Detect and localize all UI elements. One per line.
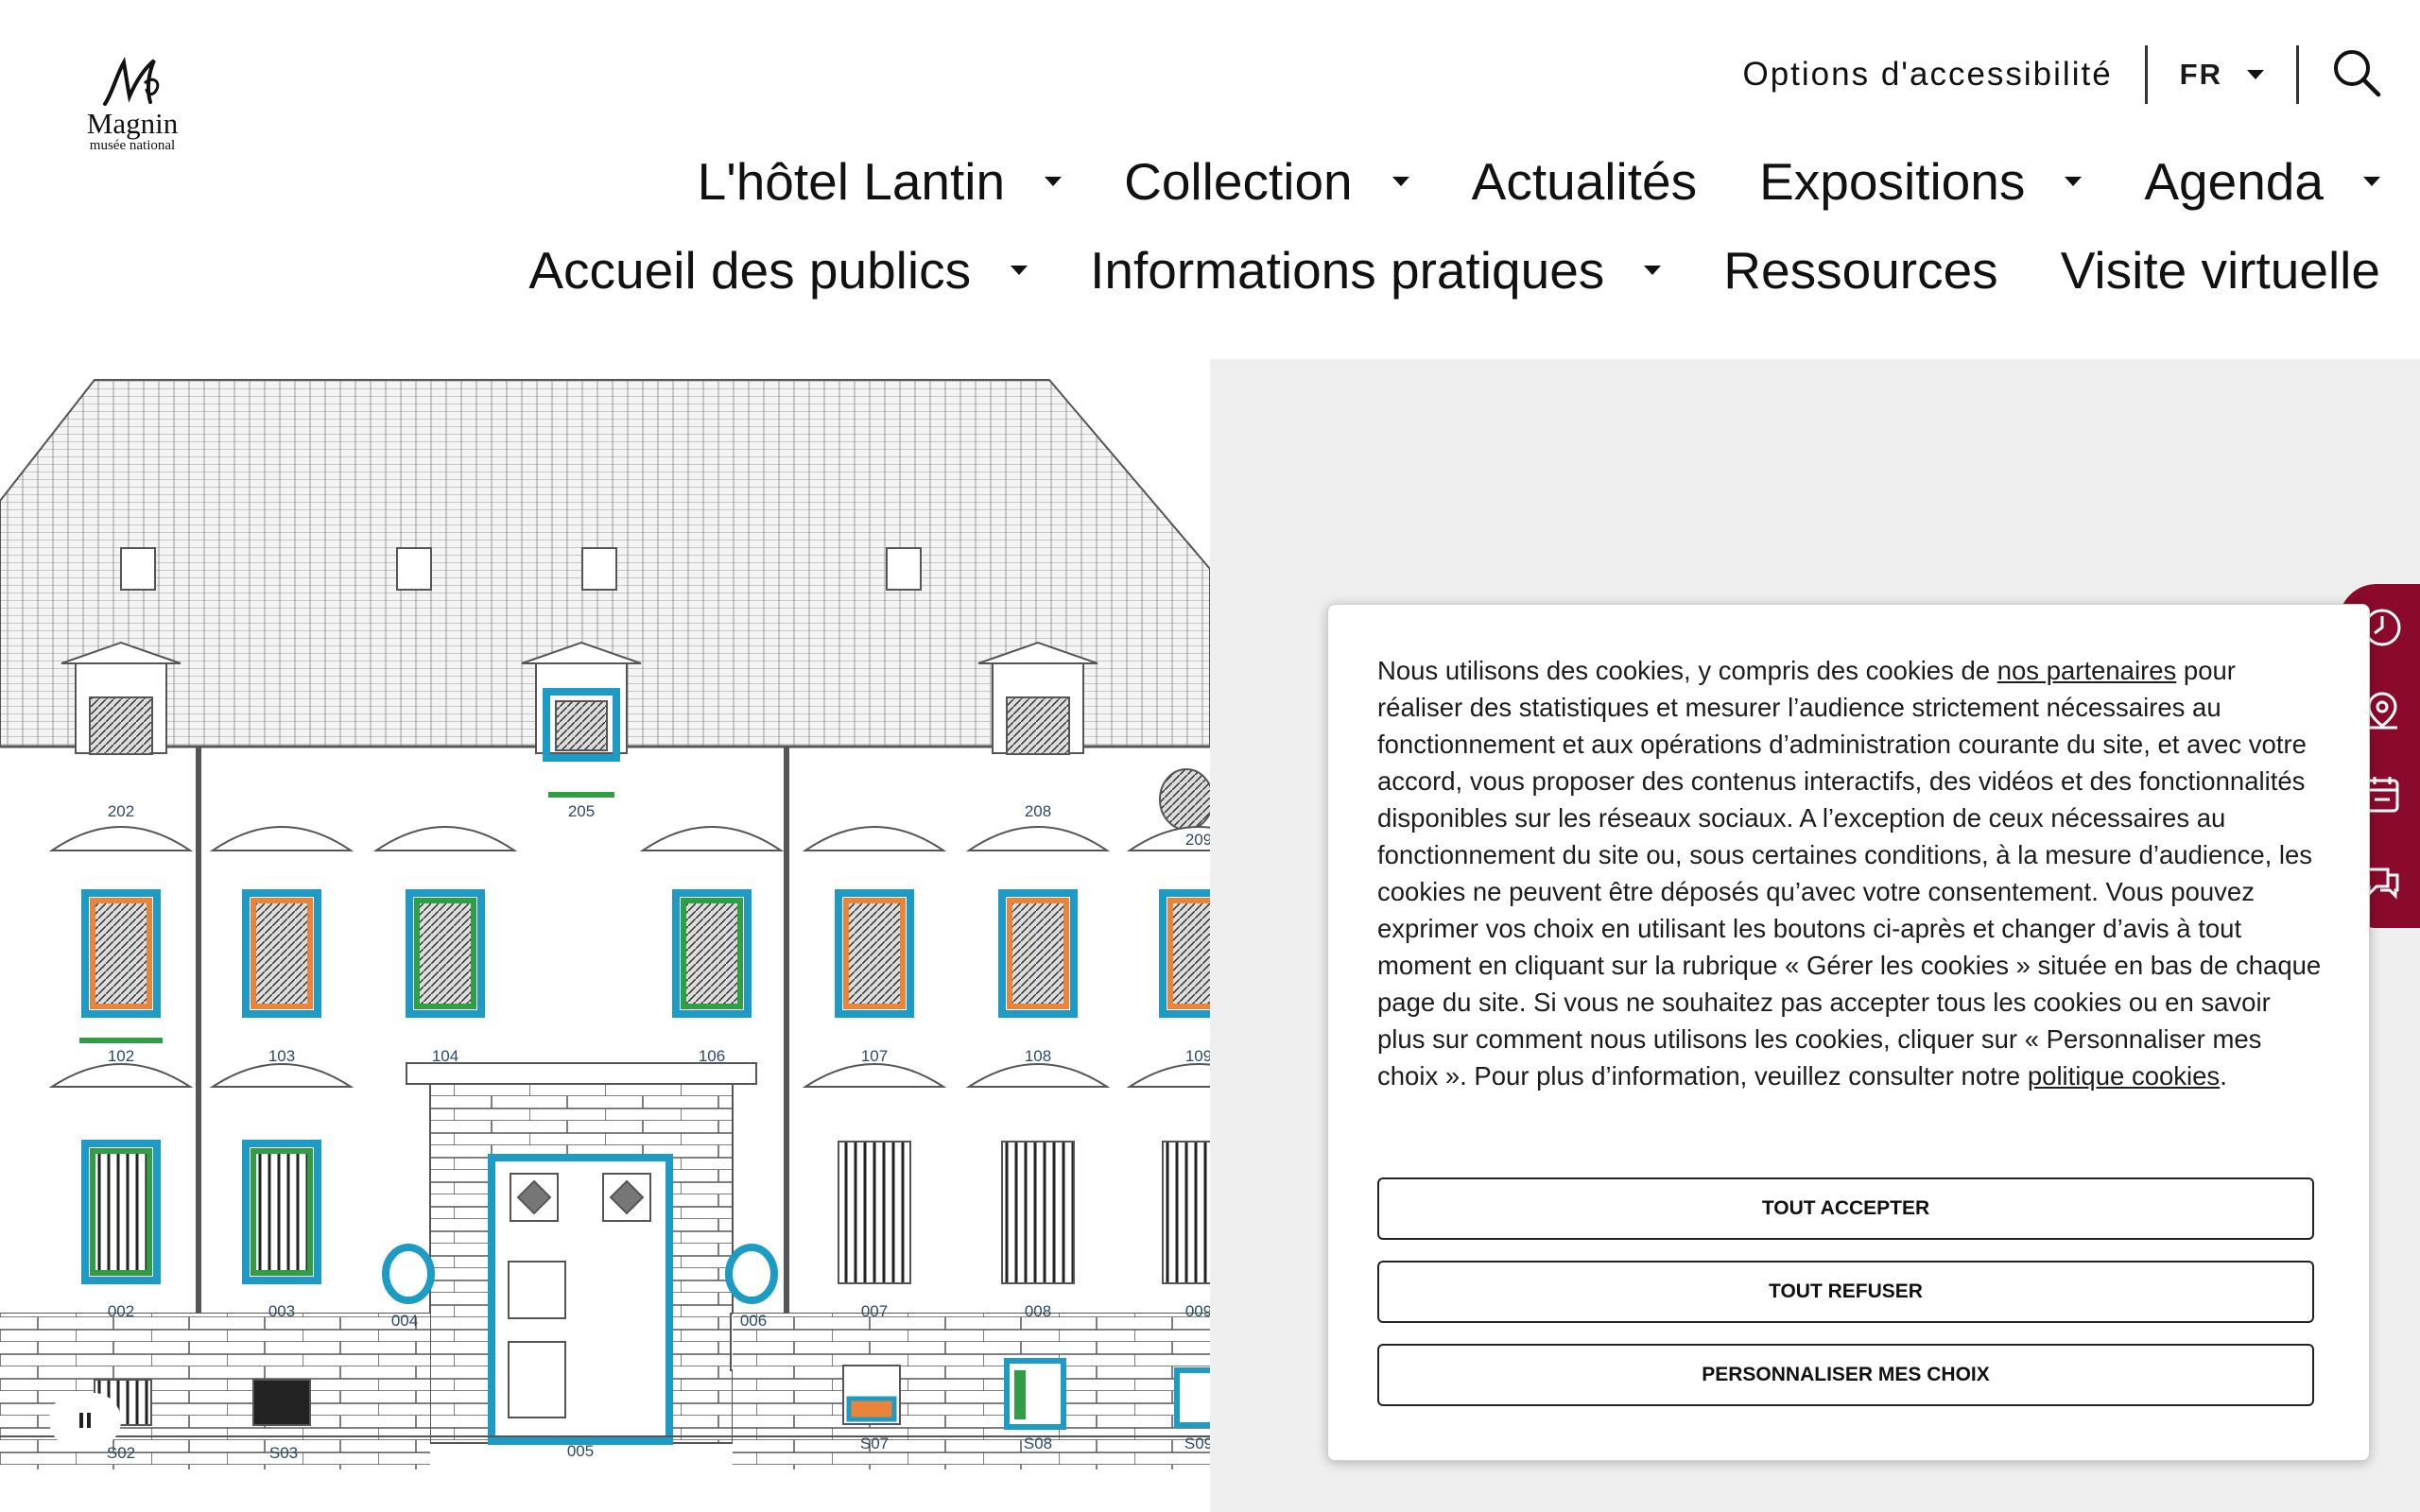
separator [2296, 45, 2299, 104]
logo-subtitle: musée national [89, 138, 176, 153]
room-label: 202 [108, 802, 134, 820]
chevron-down-icon [1011, 266, 1028, 275]
chevron-down-icon [1392, 177, 1409, 186]
room-label: 106 [699, 1047, 725, 1065]
nav-label: Accueil des publics [528, 241, 972, 300]
nav-item-ressources[interactable]: Ressources [1723, 240, 1997, 301]
partners-link[interactable]: nos partenaires [1997, 656, 2177, 685]
room-label: S02 [107, 1444, 135, 1462]
cookie-text-2: pour réaliser des statistiques et mesure… [1377, 656, 2322, 1091]
nav-item-hotel-lantin[interactable]: L'hôtel Lantin [698, 151, 1063, 212]
chevron-down-icon [2247, 70, 2264, 79]
nav-label: Visite virtuelle [2060, 241, 2380, 300]
search-button[interactable] [2331, 47, 2382, 103]
chevron-down-icon [2065, 177, 2083, 186]
logo-name: Magnin [86, 107, 179, 140]
nav-item-actualites[interactable]: Actualités [1472, 151, 1697, 212]
language-selector[interactable]: FR [2180, 58, 2264, 92]
room-label: 208 [1025, 802, 1051, 820]
cookie-text-1: Nous utilisons des cookies, y compris de… [1377, 656, 1997, 685]
room-label: 209 [1185, 831, 1210, 849]
room-label: 004 [391, 1312, 418, 1330]
room-label: 108 [1025, 1047, 1051, 1065]
room-label: 003 [268, 1302, 295, 1320]
facade-drawing: 202 205 208 209 102 103 104 106 107 108 … [0, 359, 1210, 1512]
cookie-consent-dialog: Nous utilisons des cookies, y compris de… [1327, 604, 2370, 1461]
nav-item-collection[interactable]: Collection [1124, 151, 1409, 212]
room-label: 002 [108, 1302, 134, 1320]
pause-icon [87, 1413, 91, 1428]
room-label: 102 [108, 1047, 134, 1065]
nav-item-accueil-des-publics[interactable]: Accueil des publics [528, 240, 1028, 301]
room-label: 107 [861, 1047, 888, 1065]
nav-label: Agenda [2144, 152, 2324, 211]
accept-all-button[interactable]: TOUT ACCEPTER [1377, 1177, 2314, 1240]
room-label: 109 [1185, 1047, 1210, 1065]
museum-logo[interactable]: Magnin musée national [78, 55, 187, 153]
room-label: 008 [1025, 1302, 1051, 1320]
room-label: S08 [1024, 1435, 1052, 1452]
nav-label: Ressources [1723, 241, 1998, 300]
chevron-down-icon [1045, 177, 1063, 186]
room-label: 103 [268, 1047, 295, 1065]
nav-item-informations-pratiques[interactable]: Informations pratiques [1090, 240, 1662, 301]
main-nav-row-2: Accueil des publics Informations pratiqu… [466, 240, 2380, 301]
nav-label: Expositions [1759, 152, 2026, 211]
utility-bar: Options d'accessibilité FR [1742, 42, 2382, 108]
search-icon [2334, 49, 2381, 96]
chevron-down-icon [2363, 177, 2380, 186]
room-label: 005 [567, 1442, 594, 1460]
accessibility-options-link[interactable]: Options d'accessibilité [1742, 56, 2112, 94]
room-label: S03 [269, 1444, 298, 1462]
room-label: 007 [861, 1302, 888, 1320]
separator [2144, 45, 2148, 104]
room-label: 009 [1185, 1302, 1210, 1320]
nav-item-visite-virtuelle[interactable]: Visite virtuelle [2061, 240, 2380, 301]
pause-icon [79, 1413, 83, 1428]
facade-illustration: 202 205 208 209 102 103 104 106 107 108 … [0, 379, 1210, 1469]
nav-item-agenda[interactable]: Agenda [2144, 151, 2380, 212]
cookie-policy-link[interactable]: politique cookies [2028, 1061, 2220, 1091]
chevron-down-icon [1644, 266, 1662, 275]
room-label: 205 [568, 802, 595, 820]
language-label: FR [2179, 58, 2222, 91]
main-nav-row-1: L'hôtel Lantin Collection Actualités Exp… [635, 151, 2380, 212]
room-label: S09 [1184, 1435, 1210, 1452]
room-label: S07 [860, 1435, 889, 1452]
cookie-message: Nous utilisons des cookies, y compris de… [1377, 652, 2323, 1094]
room-label: 006 [740, 1312, 767, 1330]
monogram-icon [103, 57, 160, 106]
nav-label: Collection [1124, 152, 1353, 211]
slideshow-pause-button[interactable] [49, 1393, 121, 1448]
refuse-all-button[interactable]: TOUT REFUSER [1377, 1261, 2314, 1323]
customize-choices-button[interactable]: PERSONNALISER MES CHOIX [1377, 1344, 2314, 1406]
nav-label: Actualités [1471, 152, 1698, 211]
cookie-text-3: . [2220, 1061, 2227, 1091]
nav-label: L'hôtel Lantin [697, 152, 1006, 211]
nav-item-expositions[interactable]: Expositions [1759, 151, 2083, 212]
room-label: 104 [432, 1047, 458, 1065]
nav-label: Informations pratiques [1090, 241, 1605, 300]
